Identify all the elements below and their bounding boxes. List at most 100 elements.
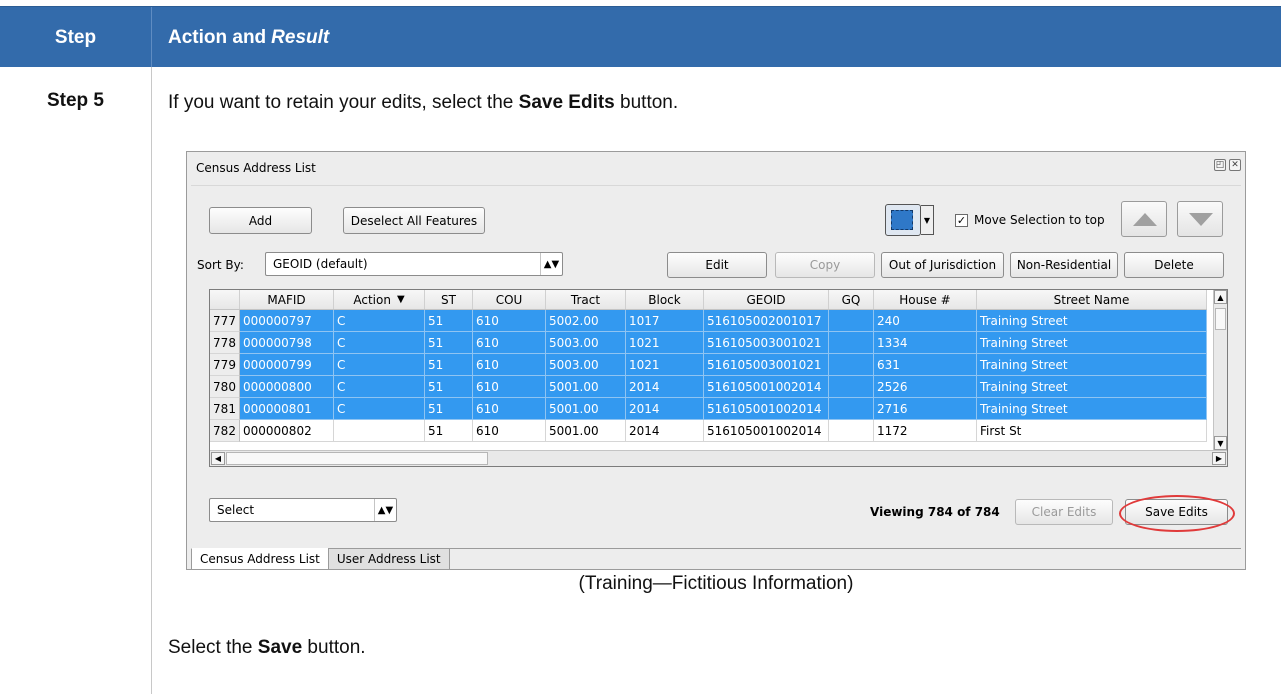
table-cell[interactable]: 51	[425, 376, 473, 398]
scroll-left-icon[interactable]: ◀	[211, 452, 225, 465]
table-cell[interactable]	[829, 376, 874, 398]
address-grid[interactable]: MAFID Action ▼ ST COU Tract Block GEOID G…	[209, 289, 1228, 467]
tab-census-address-list[interactable]: Census Address List	[191, 548, 329, 570]
delete-button[interactable]: Delete	[1124, 252, 1224, 278]
row-number[interactable]: 779	[210, 354, 240, 376]
column-header[interactable]: MAFID	[240, 290, 334, 309]
column-header[interactable]: Tract	[546, 290, 626, 309]
table-cell[interactable]	[829, 398, 874, 420]
table-cell[interactable]: 000000801	[240, 398, 334, 420]
table-cell[interactable]: 610	[473, 398, 546, 420]
table-cell[interactable]: 516105003001021	[704, 354, 829, 376]
row-number[interactable]: 780	[210, 376, 240, 398]
table-cell[interactable]: 240	[874, 310, 977, 332]
table-cell[interactable]: 2014	[626, 398, 704, 420]
out-of-jurisdiction-button[interactable]: Out of Jurisdiction	[881, 252, 1004, 278]
table-cell[interactable]: 51	[425, 310, 473, 332]
table-cell[interactable]: C	[334, 376, 425, 398]
select-features-tool[interactable]: ▼	[885, 204, 934, 236]
row-number[interactable]: 782	[210, 420, 240, 442]
table-cell[interactable]: 5001.00	[546, 420, 626, 442]
column-header[interactable]: House #	[874, 290, 977, 309]
sort-by-select[interactable]: GEOID (default) ▲▼	[265, 252, 563, 276]
non-residential-button[interactable]: Non-Residential	[1010, 252, 1118, 278]
column-header[interactable]: GQ	[829, 290, 874, 309]
table-cell[interactable]: 51	[425, 420, 473, 442]
table-cell[interactable]: 51	[425, 354, 473, 376]
restore-icon[interactable]: ◰	[1214, 159, 1226, 171]
table-cell[interactable]: First St	[977, 420, 1207, 442]
copy-button[interactable]: Copy	[775, 252, 875, 278]
row-number[interactable]: 777	[210, 310, 240, 332]
table-cell[interactable]: 610	[473, 354, 546, 376]
table-cell[interactable]: 1334	[874, 332, 977, 354]
table-cell[interactable]: 610	[473, 332, 546, 354]
add-button[interactable]: Add	[209, 207, 312, 234]
table-cell[interactable]: 1172	[874, 420, 977, 442]
table-cell[interactable]: 516105001002014	[704, 376, 829, 398]
table-cell[interactable]: 2716	[874, 398, 977, 420]
scroll-thumb[interactable]	[1215, 308, 1226, 330]
move-up-button[interactable]	[1121, 201, 1167, 237]
table-cell[interactable]: 5003.00	[546, 354, 626, 376]
checkbox-checked-icon[interactable]: ✓	[955, 213, 968, 227]
table-cell[interactable]: 1017	[626, 310, 704, 332]
chevron-down-icon[interactable]: ▼	[921, 205, 934, 235]
close-icon[interactable]: ✕	[1229, 159, 1241, 171]
row-number[interactable]: 781	[210, 398, 240, 420]
move-down-button[interactable]	[1177, 201, 1223, 237]
table-cell[interactable]: C	[334, 354, 425, 376]
table-cell[interactable]: Training Street	[977, 332, 1207, 354]
scroll-thumb[interactable]	[226, 452, 488, 465]
scroll-right-icon[interactable]: ▶	[1212, 452, 1226, 465]
table-cell[interactable]: 5001.00	[546, 376, 626, 398]
table-cell[interactable]: 1021	[626, 354, 704, 376]
table-cell[interactable]: 610	[473, 376, 546, 398]
table-cell[interactable]: 5002.00	[546, 310, 626, 332]
table-row[interactable]: 777 000000797 C 51 610 5002.00 1017 51610500200…	[210, 310, 1207, 332]
horizontal-scrollbar[interactable]: ◀ ▶	[210, 450, 1227, 466]
table-cell[interactable]: 2014	[626, 420, 704, 442]
table-cell[interactable]: 610	[473, 310, 546, 332]
table-cell[interactable]: 000000798	[240, 332, 334, 354]
table-row[interactable]: 779 000000799 C 51 610 5003.00 1021 51610500300…	[210, 354, 1207, 376]
table-cell[interactable]: 516105003001021	[704, 332, 829, 354]
table-cell[interactable]: Training Street	[977, 354, 1207, 376]
column-header[interactable]: Block	[626, 290, 704, 309]
column-header-action[interactable]: Action ▼	[334, 290, 425, 309]
vertical-scrollbar[interactable]: ▲ ▼	[1213, 290, 1227, 450]
table-cell[interactable]: 516105002001017	[704, 310, 829, 332]
column-header[interactable]: GEOID	[704, 290, 829, 309]
table-cell[interactable]: 000000799	[240, 354, 334, 376]
table-cell[interactable]	[829, 310, 874, 332]
table-cell[interactable]: C	[334, 310, 425, 332]
table-cell[interactable]: 000000802	[240, 420, 334, 442]
table-row[interactable]: 782 000000802 51 610 5001.00 2014 516105001002…	[210, 420, 1207, 442]
table-cell[interactable]: C	[334, 398, 425, 420]
table-cell[interactable]: 51	[425, 332, 473, 354]
table-cell[interactable]: 516105001002014	[704, 420, 829, 442]
column-header[interactable]: Street Name	[977, 290, 1207, 309]
table-cell[interactable]: 000000797	[240, 310, 334, 332]
scroll-up-icon[interactable]: ▲	[1214, 290, 1227, 304]
deselect-all-features-button[interactable]: Deselect All Features	[343, 207, 485, 234]
clear-edits-button[interactable]: Clear Edits	[1015, 499, 1113, 525]
table-cell[interactable]: 2526	[874, 376, 977, 398]
table-cell[interactable]: 2014	[626, 376, 704, 398]
column-header[interactable]: ST	[425, 290, 473, 309]
move-selection-checkbox[interactable]: ✓ Move Selection to top	[955, 213, 1105, 227]
table-cell[interactable]: 610	[473, 420, 546, 442]
column-header[interactable]: COU	[473, 290, 546, 309]
table-row[interactable]: 778 000000798 C 51 610 5003.00 1021 51610500300…	[210, 332, 1207, 354]
table-row[interactable]: 780 000000800 C 51 610 5001.00 2014 51610500100…	[210, 376, 1207, 398]
table-cell[interactable]: Training Street	[977, 398, 1207, 420]
row-number[interactable]: 778	[210, 332, 240, 354]
table-cell[interactable]: Training Street	[977, 310, 1207, 332]
table-cell[interactable]	[829, 420, 874, 442]
table-cell[interactable]	[829, 332, 874, 354]
tab-user-address-list[interactable]: User Address List	[327, 548, 450, 570]
edit-button[interactable]: Edit	[667, 252, 767, 278]
table-cell[interactable]: C	[334, 332, 425, 354]
scroll-down-icon[interactable]: ▼	[1214, 436, 1227, 450]
table-cell[interactable]	[829, 354, 874, 376]
